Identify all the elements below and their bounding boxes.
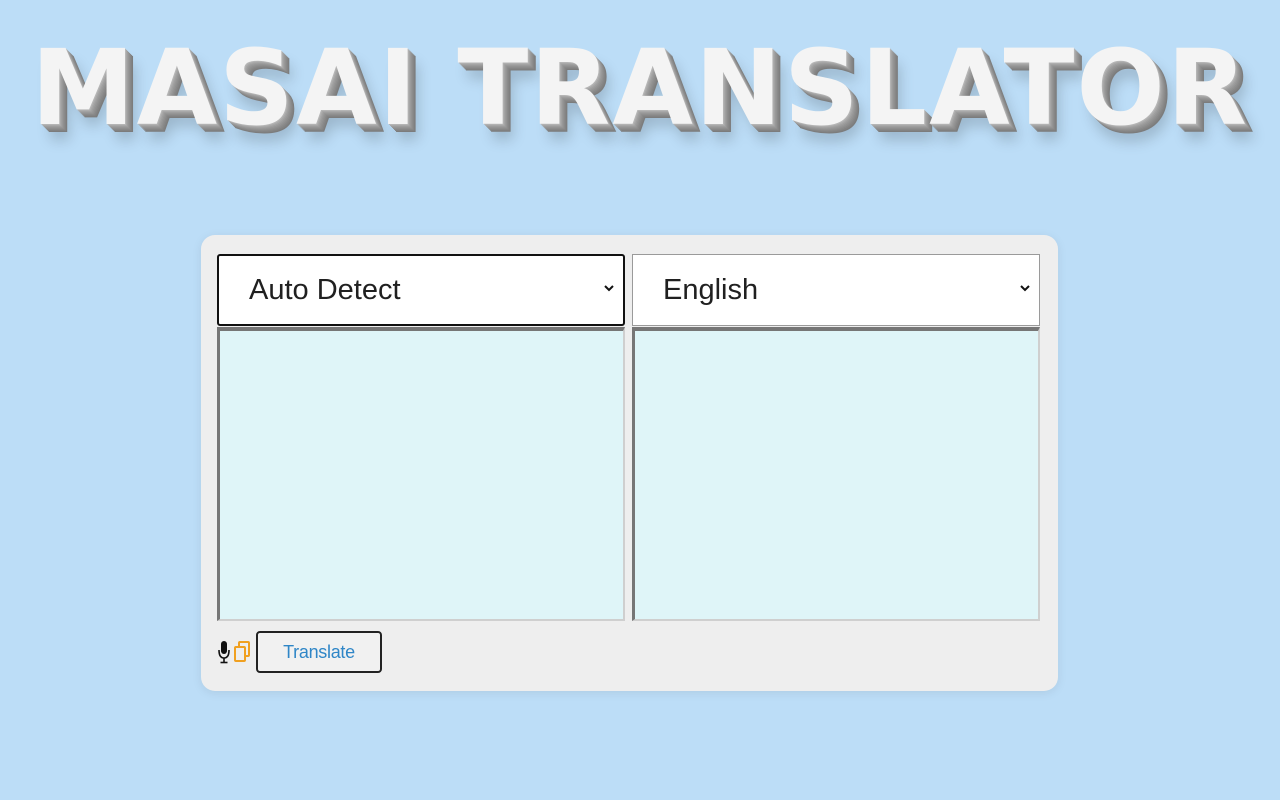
source-text-input[interactable] bbox=[217, 327, 625, 621]
to-language-value: English bbox=[663, 273, 759, 306]
translate-button[interactable]: Translate bbox=[256, 631, 382, 673]
app-title: MASAI TRANSLATOR bbox=[31, 27, 1249, 149]
microphone-icon[interactable] bbox=[217, 639, 231, 665]
translator-card: Auto Detect English Translate bbox=[201, 235, 1058, 691]
translator-controls: Translate bbox=[217, 631, 382, 673]
to-language-select[interactable]: English bbox=[632, 254, 1040, 326]
chevron-down-icon bbox=[604, 285, 614, 292]
copy-icon[interactable] bbox=[233, 639, 251, 665]
chevron-down-icon bbox=[1020, 285, 1030, 292]
from-language-select[interactable]: Auto Detect bbox=[217, 254, 625, 326]
from-language-value: Auto Detect bbox=[249, 273, 401, 306]
translated-text-output[interactable] bbox=[632, 327, 1040, 621]
